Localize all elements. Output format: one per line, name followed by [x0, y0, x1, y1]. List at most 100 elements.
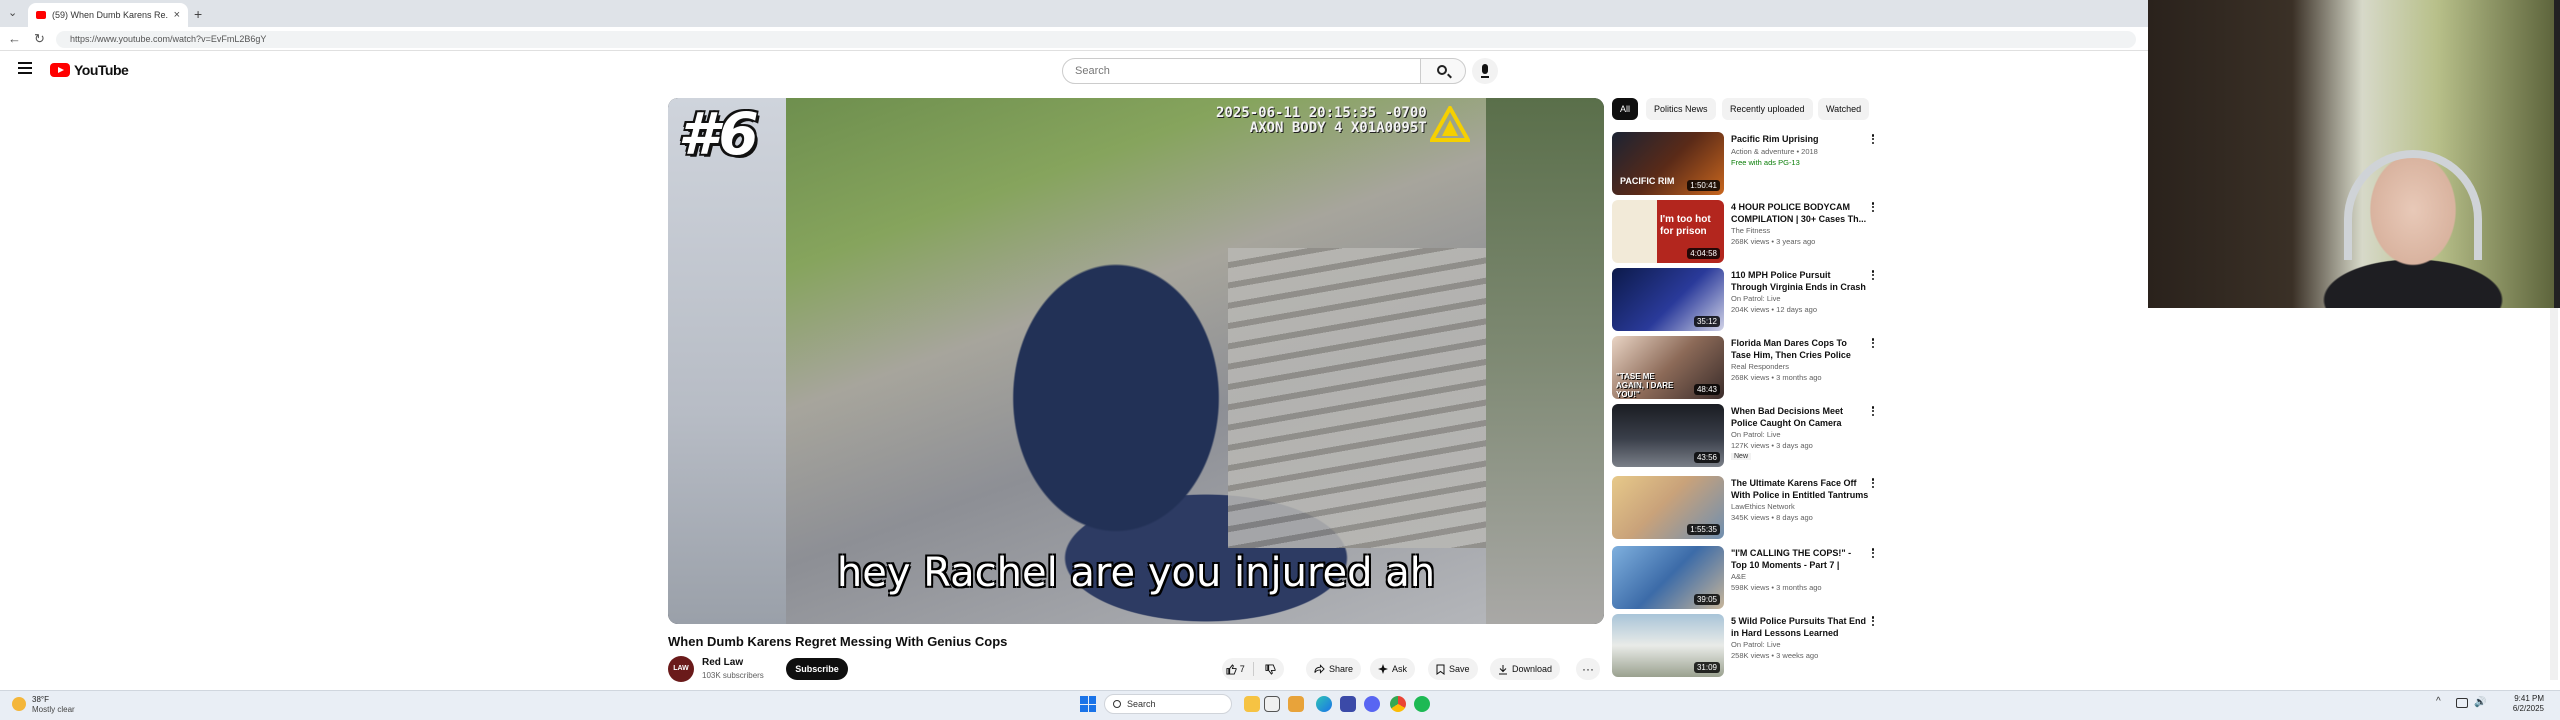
widget-icon[interactable]: [1244, 696, 1260, 712]
tray-overflow-chevron-icon[interactable]: ^: [2436, 696, 2441, 707]
thumbnail-text: "TASE ME AGAIN, I DARE YOU!": [1616, 372, 1674, 399]
rec-video-title[interactable]: When Bad Decisions Meet Police Caught On…: [1731, 405, 1869, 429]
video-thumbnail[interactable]: PACIFIC RIM 1:50:41: [1612, 132, 1724, 195]
more-actions-button[interactable]: ···: [1576, 658, 1600, 680]
video-thumbnail[interactable]: I'm too hot for prison 4:04:58: [1612, 200, 1724, 263]
list-item[interactable]: 39:05 "I'M CALLING THE COPS!" - Top 10 M…: [1612, 546, 1882, 610]
rec-meta: Free with ads PG-13: [1731, 158, 1800, 167]
weather-description[interactable]: Mostly clear: [32, 705, 75, 714]
file-explorer-icon[interactable]: [1288, 696, 1304, 712]
chrome-icon[interactable]: [1390, 696, 1406, 712]
chip-all[interactable]: All: [1612, 98, 1639, 120]
voice-search-button[interactable]: [1472, 58, 1498, 84]
rec-channel[interactable]: Real Responders: [1731, 362, 1789, 372]
share-label: Share: [1329, 664, 1354, 674]
tab-search-chevron-icon[interactable]: ⌄: [8, 6, 17, 19]
rec-channel[interactable]: LawEthics Network: [1731, 502, 1795, 512]
browser-tab-active[interactable]: (59) When Dumb Karens Re... ×: [28, 3, 188, 27]
clock-date[interactable]: 6/2/2025: [2504, 704, 2544, 713]
download-icon: [1499, 664, 1507, 674]
subscribe-button[interactable]: Subscribe: [786, 658, 848, 680]
rec-video-title[interactable]: 4 HOUR POLICE BODYCAM COMPILATION | 30+ …: [1731, 201, 1869, 225]
ask-button[interactable]: Ask: [1370, 658, 1416, 680]
address-bar[interactable]: https://www.youtube.com/watch?v=EvFmL2B6…: [56, 31, 2136, 48]
weather-moon-icon[interactable]: [12, 697, 26, 711]
dislike-button[interactable]: [1258, 658, 1285, 680]
kebab-menu-icon[interactable]: [1868, 200, 1878, 214]
list-item[interactable]: 31:09 5 Wild Police Pursuits That End in…: [1612, 614, 1882, 678]
edge-browser-icon[interactable]: [1316, 696, 1332, 712]
video-thumbnail[interactable]: "TASE ME AGAIN, I DARE YOU!" 48:43: [1612, 336, 1724, 399]
like-button[interactable]: 7: [1222, 658, 1249, 680]
chip-recently-uploaded[interactable]: Recently uploaded: [1722, 98, 1813, 120]
rec-channel[interactable]: A&E: [1731, 572, 1746, 582]
list-item[interactable]: PACIFIC RIM 1:50:41 Pacific Rim Uprising…: [1612, 132, 1882, 196]
video-blur-left: [668, 98, 786, 624]
channel-name[interactable]: Red Law: [702, 657, 743, 668]
kebab-menu-icon[interactable]: [1868, 476, 1878, 490]
video-thumbnail[interactable]: 31:09: [1612, 614, 1724, 677]
youtube-wordmark: YouTube: [74, 62, 129, 78]
kebab-menu-icon[interactable]: [1868, 404, 1878, 418]
taskbar-search-label: Search: [1127, 699, 1156, 709]
video-thumbnail[interactable]: 1:55:35: [1612, 476, 1724, 539]
store-icon[interactable]: [1340, 696, 1356, 712]
download-button[interactable]: Download: [1490, 658, 1561, 680]
list-item[interactable]: "TASE ME AGAIN, I DARE YOU!" 48:43 Flori…: [1612, 336, 1882, 400]
spotify-icon[interactable]: [1414, 696, 1430, 712]
thumbs-up-icon: [1226, 663, 1237, 675]
rec-channel[interactable]: On Patrol: Live: [1731, 294, 1781, 304]
thumbs-down-icon: [1265, 663, 1276, 675]
rec-channel[interactable]: The Fitness: [1731, 226, 1770, 236]
video-thumbnail[interactable]: 43:56: [1612, 404, 1724, 467]
video-thumbnail[interactable]: 35:12: [1612, 268, 1724, 331]
save-button[interactable]: Save: [1428, 658, 1478, 680]
rec-channel[interactable]: Action & adventure • 2018: [1731, 147, 1818, 157]
download-label: Download: [1512, 664, 1553, 674]
rec-video-title[interactable]: The Ultimate Karens Face Off With Police…: [1731, 477, 1869, 501]
rec-video-title[interactable]: Florida Man Dares Cops To Tase Him, Then…: [1731, 337, 1869, 361]
hamburger-menu-icon[interactable]: [18, 62, 32, 74]
rec-channel[interactable]: On Patrol: Live: [1731, 430, 1781, 440]
kebab-menu-icon[interactable]: [1868, 336, 1878, 350]
webcam-overlay: [2148, 0, 2560, 308]
chip-politics-news[interactable]: Politics News: [1646, 98, 1716, 120]
tab-close-icon[interactable]: ×: [174, 9, 180, 21]
kebab-menu-icon[interactable]: [1868, 546, 1878, 560]
clock-time[interactable]: 9:41 PM: [2504, 694, 2544, 703]
list-item[interactable]: 43:56 When Bad Decisions Meet Police Cau…: [1612, 404, 1882, 468]
kebab-menu-icon[interactable]: [1868, 614, 1878, 628]
share-button[interactable]: Share: [1306, 658, 1362, 680]
discord-icon[interactable]: [1364, 696, 1380, 712]
rec-meta: 204K views • 12 days ago: [1731, 305, 1818, 314]
list-item[interactable]: 35:12 110 MPH Police Pursuit Through Vir…: [1612, 268, 1882, 332]
weather-temperature[interactable]: 38°F: [32, 695, 49, 704]
share-arrow-icon: [1314, 664, 1325, 674]
search-input[interactable]: Search: [1062, 58, 1422, 84]
reload-icon[interactable]: ↻: [34, 31, 45, 47]
list-item[interactable]: I'm too hot for prison 4:04:58 4 HOUR PO…: [1612, 200, 1882, 264]
kebab-menu-icon[interactable]: [1868, 132, 1878, 146]
start-button[interactable]: [1080, 696, 1096, 712]
list-item[interactable]: 1:55:35 The Ultimate Karens Face Off Wit…: [1612, 476, 1882, 540]
rec-channel[interactable]: On Patrol: Live: [1731, 640, 1781, 650]
rec-video-title[interactable]: 5 Wild Police Pursuits That End in Hard …: [1731, 615, 1869, 639]
video-duration: 4:04:58: [1687, 248, 1720, 259]
youtube-logo[interactable]: YouTube: [50, 62, 129, 78]
new-tab-button[interactable]: +: [194, 6, 202, 22]
rec-video-title[interactable]: "I'M CALLING THE COPS!" - Top 10 Moments…: [1731, 547, 1869, 571]
taskbar-search[interactable]: Search: [1104, 694, 1232, 714]
kebab-menu-icon[interactable]: [1868, 268, 1878, 282]
back-arrow-icon[interactable]: ←: [8, 31, 21, 46]
chip-watched[interactable]: Watched: [1818, 98, 1870, 120]
task-view-icon[interactable]: [1264, 696, 1280, 712]
video-player[interactable]: #6 2025-06-11 20:15:35 -0700 AXON BODY 4…: [668, 98, 1604, 624]
volume-icon[interactable]: 🔊: [2474, 697, 2486, 708]
microphone-icon: [1482, 64, 1488, 74]
search-button[interactable]: [1420, 58, 1466, 84]
channel-avatar[interactable]: LAW: [668, 656, 694, 682]
network-icon[interactable]: [2456, 698, 2468, 708]
rec-video-title[interactable]: Pacific Rim Uprising: [1731, 133, 1869, 145]
video-thumbnail[interactable]: 39:05: [1612, 546, 1724, 609]
rec-video-title[interactable]: 110 MPH Police Pursuit Through Virginia …: [1731, 269, 1869, 293]
